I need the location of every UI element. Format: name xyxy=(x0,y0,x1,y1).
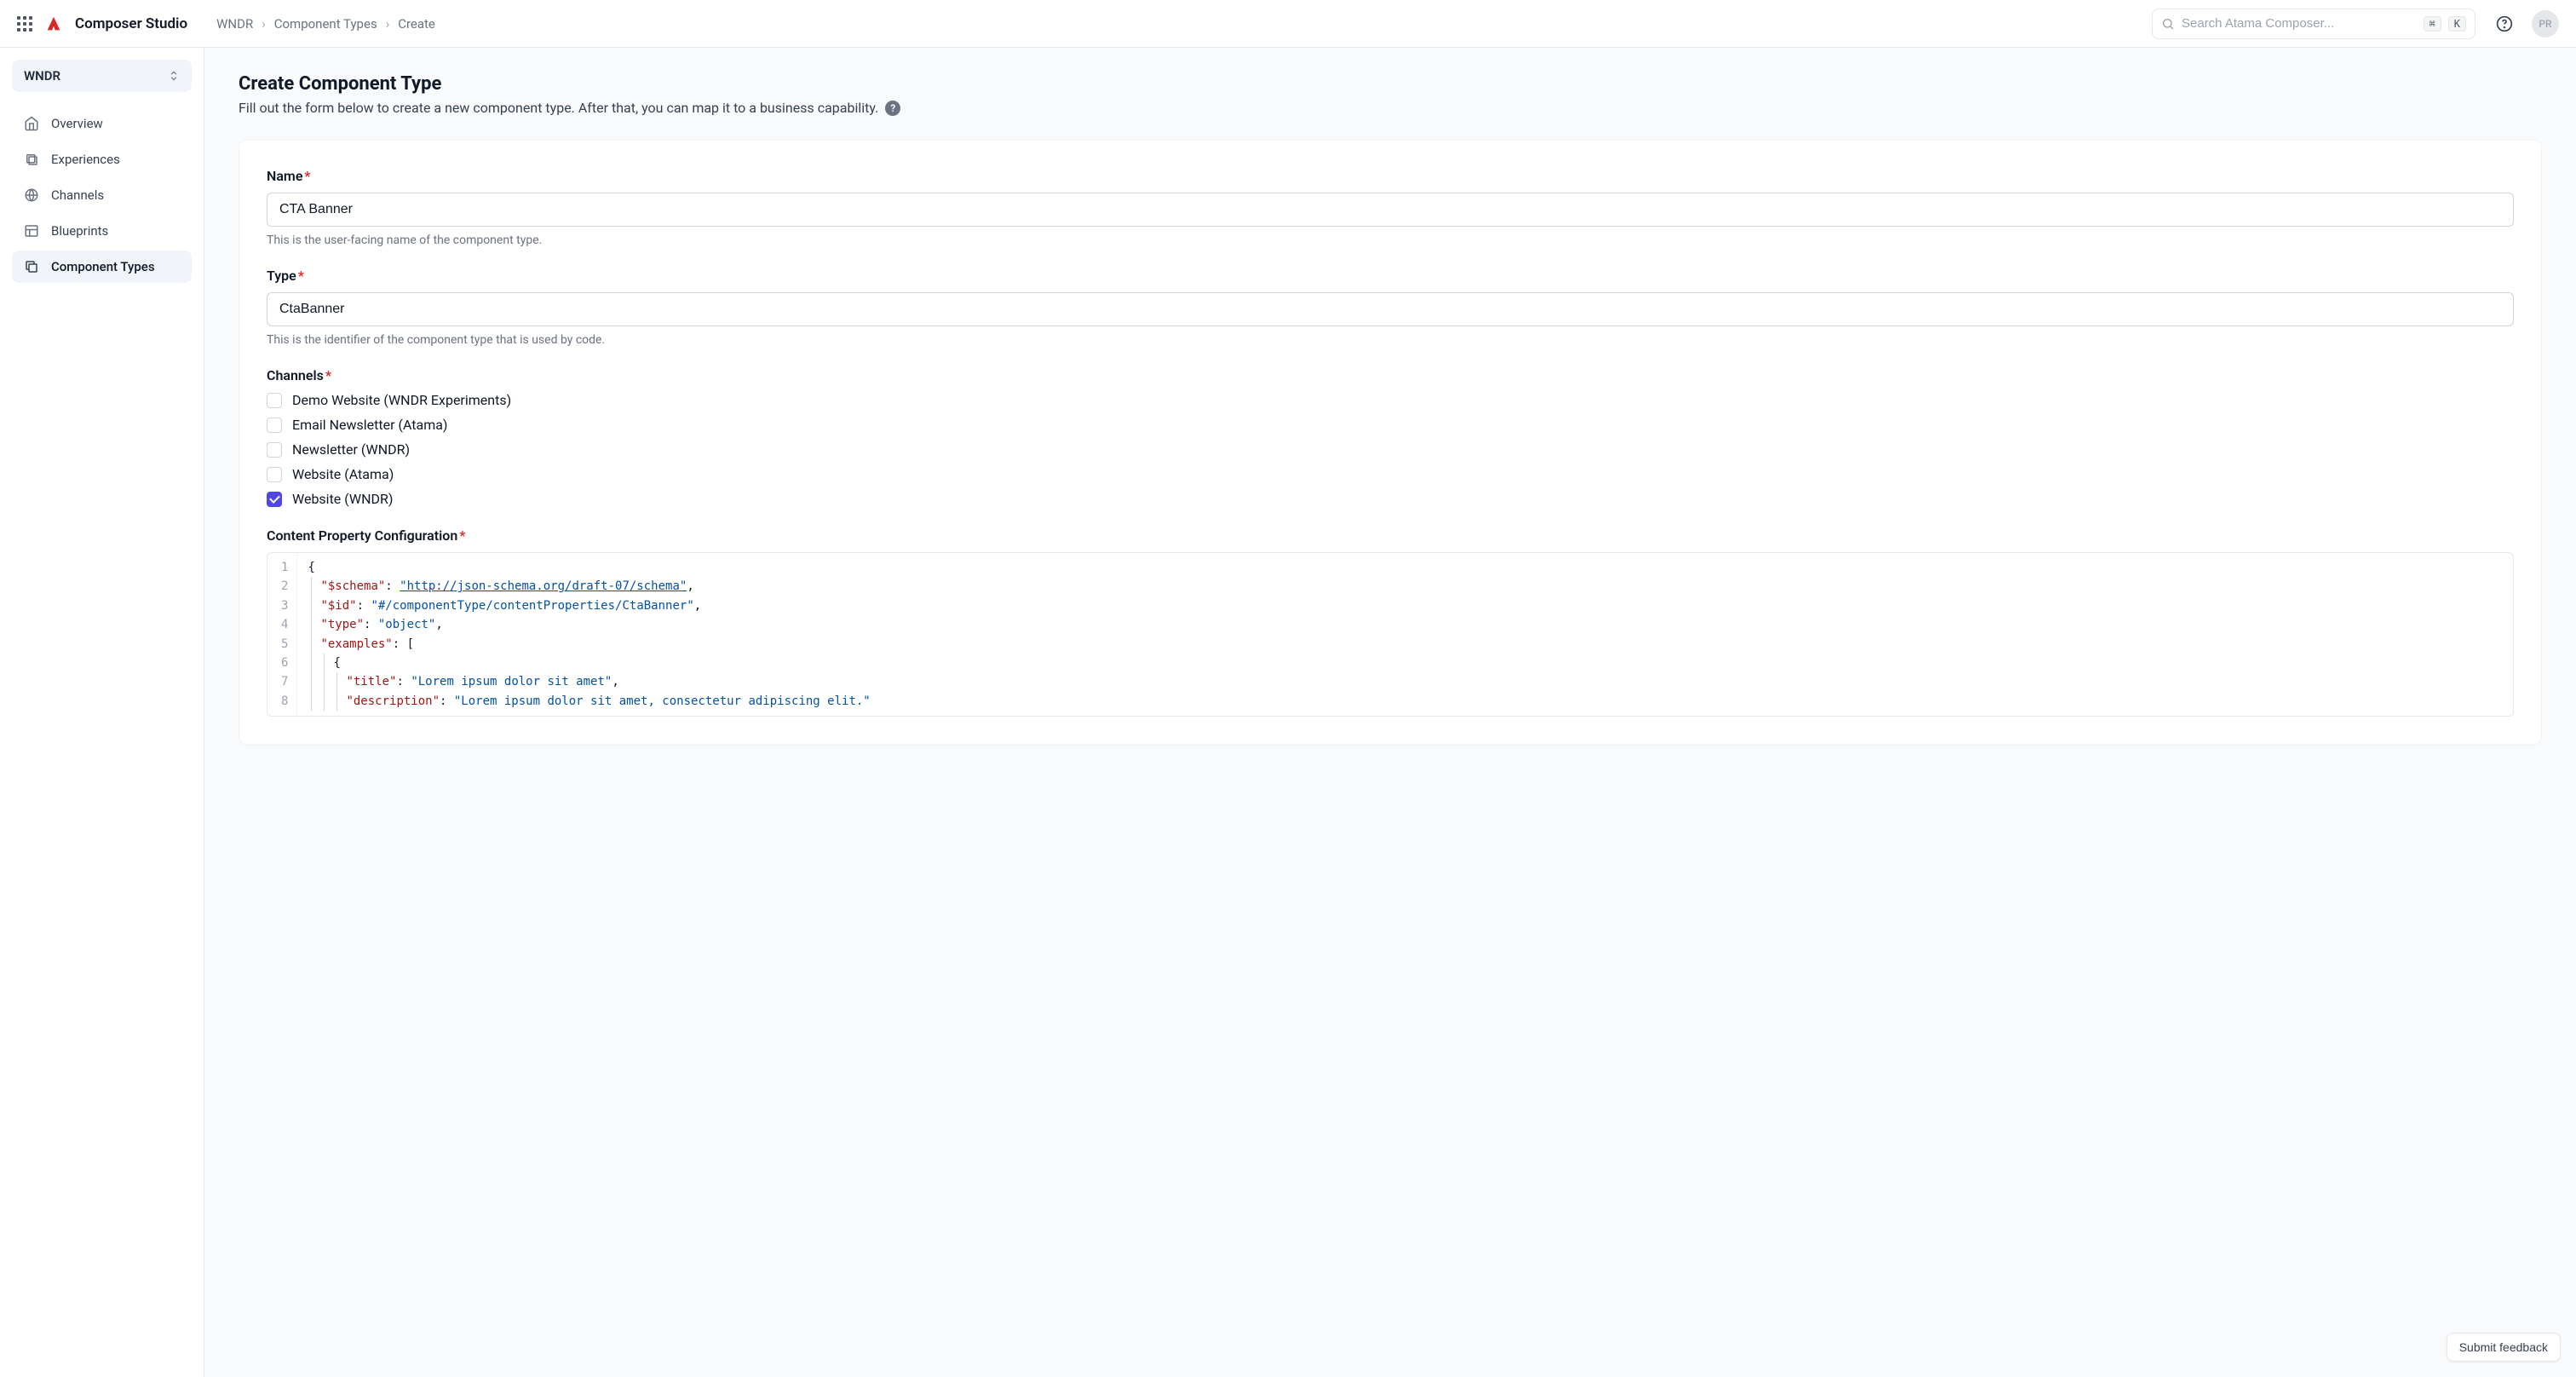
kbd-k: K xyxy=(2448,16,2466,32)
name-label: Name* xyxy=(267,168,2514,184)
apps-icon[interactable] xyxy=(17,16,32,32)
breadcrumb: WNDR › Component Types › Create xyxy=(216,16,435,32)
globe-icon xyxy=(24,187,39,203)
field-name: Name* This is the user-facing name of th… xyxy=(267,168,2514,247)
header: Composer Studio WNDR › Component Types ›… xyxy=(0,0,2576,48)
workspace-selector[interactable]: WNDR xyxy=(12,60,192,92)
sidebar-item-label: Blueprints xyxy=(51,223,108,239)
channel-option: Demo Website (WNDR Experiments) xyxy=(267,392,2514,408)
breadcrumb-wndr[interactable]: WNDR xyxy=(216,16,253,32)
channel-option: Newsletter (WNDR) xyxy=(267,441,2514,458)
channels-label: Channels* xyxy=(267,367,2514,383)
sidebar-item-experiences[interactable]: Experiences xyxy=(12,143,192,176)
breadcrumb-create[interactable]: Create xyxy=(398,16,435,32)
sidebar-item-label: Component Types xyxy=(51,259,155,274)
sidebar-item-overview[interactable]: Overview xyxy=(12,107,192,140)
name-input[interactable] xyxy=(267,193,2514,227)
channel-checkbox[interactable] xyxy=(267,492,282,507)
page-subtitle: Fill out the form below to create a new … xyxy=(239,100,2542,116)
main-content: Create Component Type Fill out the form … xyxy=(204,48,2576,1377)
layout-icon xyxy=(24,223,39,239)
type-help: This is the identifier of the component … xyxy=(267,333,2514,347)
channel-label: Website (WNDR) xyxy=(292,491,393,507)
sidebar-item-label: Overview xyxy=(51,116,103,131)
channel-checkbox[interactable] xyxy=(267,418,282,433)
app-title: Composer Studio xyxy=(75,15,187,32)
code-body[interactable]: { "$schema": "http://json-schema.org/dra… xyxy=(297,553,2513,716)
chevron-right-icon: › xyxy=(386,16,390,32)
help-icon[interactable] xyxy=(2496,15,2513,32)
copy-icon xyxy=(24,259,39,274)
kbd-cmd: ⌘ xyxy=(2424,16,2441,32)
field-type: Type* This is the identifier of the comp… xyxy=(267,268,2514,347)
sidebar-item-component-types[interactable]: Component Types xyxy=(12,251,192,283)
logo-icon xyxy=(44,14,63,33)
type-label: Type* xyxy=(267,268,2514,284)
channel-option: Website (WNDR) xyxy=(267,491,2514,507)
layers-icon xyxy=(24,152,39,167)
channel-label: Newsletter (WNDR) xyxy=(292,441,410,458)
page-title: Create Component Type xyxy=(239,73,2542,95)
search-icon xyxy=(2161,17,2175,31)
sidebar: WNDR Overview Experiences Channels Bluep… xyxy=(0,48,204,1377)
submit-feedback-button[interactable]: Submit feedback xyxy=(2447,1333,2561,1362)
channel-label: Website (Atama) xyxy=(292,466,394,482)
field-config: Content Property Configuration* 1 2 3 4 … xyxy=(267,527,2514,717)
chevron-updown-icon xyxy=(168,70,180,82)
sidebar-item-label: Channels xyxy=(51,187,104,203)
sidebar-item-label: Experiences xyxy=(51,152,120,167)
channel-label: Demo Website (WNDR Experiments) xyxy=(292,392,511,408)
channel-option: Website (Atama) xyxy=(267,466,2514,482)
type-input[interactable] xyxy=(267,292,2514,326)
name-help: This is the user-facing name of the comp… xyxy=(267,233,2514,247)
channel-checkbox[interactable] xyxy=(267,393,282,408)
search-box[interactable]: ⌘ K xyxy=(2152,9,2475,39)
help-badge-icon[interactable]: ? xyxy=(885,101,900,116)
field-channels: Channels* Demo Website (WNDR Experiments… xyxy=(267,367,2514,507)
channel-checkbox[interactable] xyxy=(267,442,282,458)
sidebar-item-channels[interactable]: Channels xyxy=(12,179,192,211)
avatar[interactable]: PR xyxy=(2532,10,2559,37)
search-input[interactable] xyxy=(2182,16,2417,31)
chevron-right-icon: › xyxy=(262,16,266,32)
code-gutter: 1 2 3 4 5 6 7 8 xyxy=(267,553,297,716)
channel-checkbox[interactable] xyxy=(267,467,282,482)
config-label: Content Property Configuration* xyxy=(267,527,2514,544)
home-icon xyxy=(24,116,39,131)
workspace-name: WNDR xyxy=(24,68,60,84)
channel-label: Email Newsletter (Atama) xyxy=(292,417,448,433)
breadcrumb-component-types[interactable]: Component Types xyxy=(274,16,377,32)
sidebar-item-blueprints[interactable]: Blueprints xyxy=(12,215,192,247)
channel-option: Email Newsletter (Atama) xyxy=(267,417,2514,433)
code-editor[interactable]: 1 2 3 4 5 6 7 8 { "$schema": "http://jso… xyxy=(267,552,2514,717)
form-card: Name* This is the user-facing name of th… xyxy=(239,140,2542,745)
